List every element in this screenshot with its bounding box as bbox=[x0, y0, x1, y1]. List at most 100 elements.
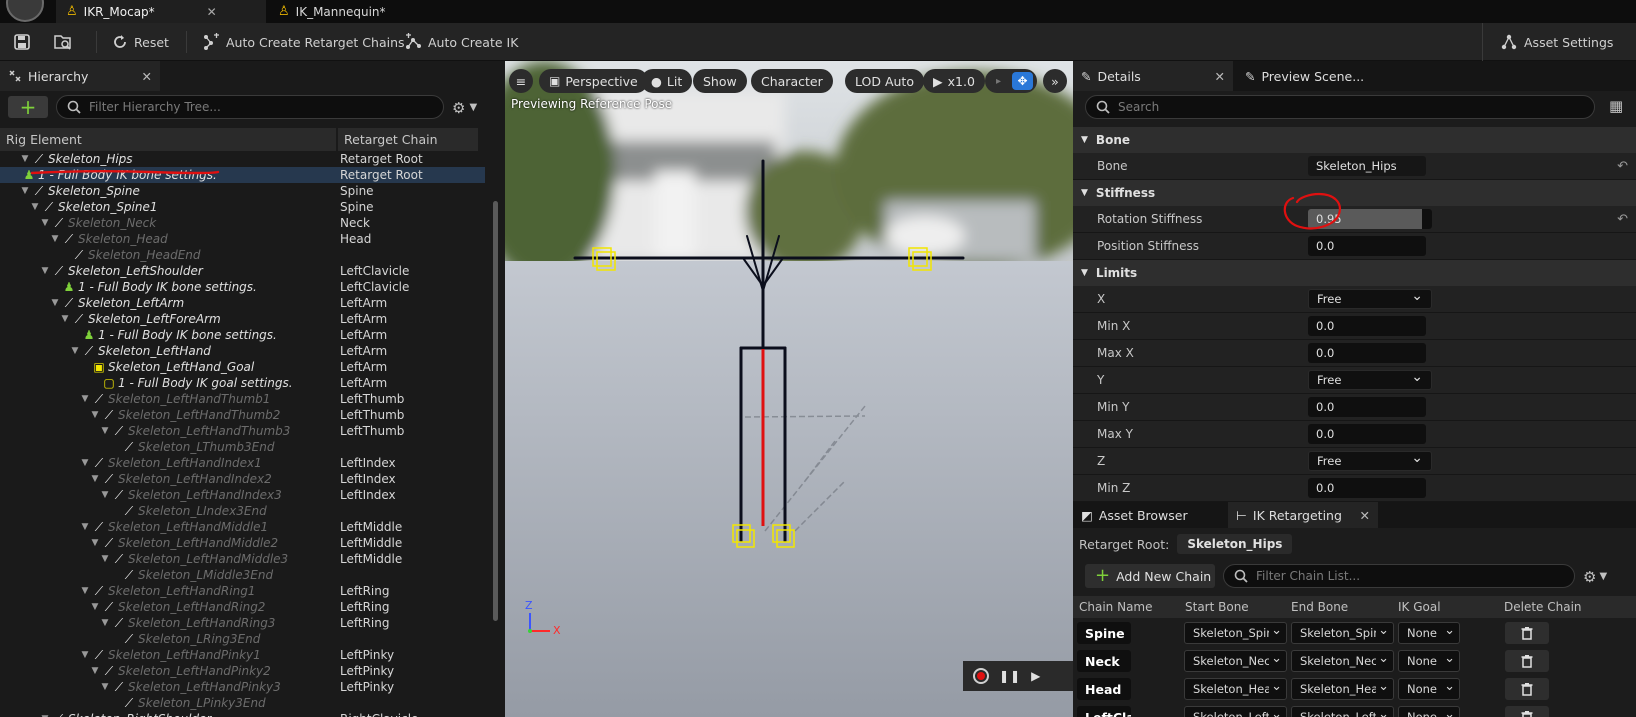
tree-row[interactable]: ▼ ⟋ Skeleton_LeftShoulder LeftClavicle bbox=[0, 263, 485, 279]
column-header-delete-chain[interactable]: Delete Chain bbox=[1504, 600, 1582, 614]
chain-name-field[interactable]: Neck bbox=[1077, 650, 1131, 672]
limit-mode-dropdown[interactable]: Free ⌄ bbox=[1308, 288, 1432, 309]
add-new-chain-button[interactable]: + Add New Chain bbox=[1085, 564, 1215, 588]
tree-row[interactable]: ▼ ⟋ Skeleton_LeftHandThumb3 LeftThumb bbox=[0, 423, 485, 439]
chain-filter-input[interactable]: Filter Chain List... bbox=[1223, 564, 1575, 588]
select-mode-icon[interactable]: ▸ bbox=[989, 76, 1008, 87]
lit-button[interactable]: ● Lit bbox=[641, 69, 693, 93]
column-header-rig-element[interactable]: Rig Element bbox=[0, 128, 336, 151]
expand-arrow-icon[interactable]: ▼ bbox=[90, 410, 100, 420]
expand-arrow-icon[interactable]: ▼ bbox=[100, 490, 110, 500]
close-icon[interactable]: ✕ bbox=[207, 5, 217, 19]
expand-arrow-icon[interactable]: ▼ bbox=[20, 186, 30, 196]
ik-goal-dropdown[interactable]: None ⌄ bbox=[1398, 650, 1460, 672]
section-limits[interactable]: ▼ Limits bbox=[1073, 260, 1636, 286]
tab-preview-scene[interactable]: ✎ Preview Scene... bbox=[1237, 61, 1397, 91]
tree-row[interactable]: ▣ Skeleton_LeftHand_Goal LeftArm bbox=[0, 359, 485, 375]
end-bone-dropdown[interactable]: Skeleton_LeftShoulder⌄ bbox=[1291, 706, 1394, 717]
limit-value-input[interactable]: 0.0 bbox=[1308, 397, 1426, 417]
column-header-ik-goal[interactable]: IK Goal bbox=[1398, 600, 1441, 614]
position-stiffness-input[interactable]: 0.0 bbox=[1308, 236, 1426, 256]
reset-arrow-icon[interactable]: ↶ bbox=[1617, 159, 1628, 174]
expand-arrow-icon[interactable]: ▼ bbox=[20, 154, 30, 164]
delete-chain-button[interactable] bbox=[1505, 622, 1549, 644]
hierarchy-scrollbar[interactable] bbox=[491, 151, 499, 711]
lod-button[interactable]: LOD Auto bbox=[845, 69, 924, 93]
tree-row[interactable]: ▼ ⟋ Skeleton_LeftHandThumb1 LeftThumb bbox=[0, 391, 485, 407]
record-icon[interactable] bbox=[973, 668, 989, 684]
ik-goal-dropdown[interactable]: None ⌄ bbox=[1398, 706, 1460, 717]
details-search-input[interactable]: Search bbox=[1085, 95, 1595, 119]
tab-asset-browser[interactable]: ◩ Asset Browser bbox=[1073, 502, 1223, 528]
tree-row[interactable]: ▼ ⟋ Skeleton_LeftHandPinky1 LeftPinky bbox=[0, 647, 485, 663]
tree-row[interactable]: ▼ ⟋ Skeleton_LeftHandIndex1 LeftIndex bbox=[0, 455, 485, 471]
delete-chain-button[interactable] bbox=[1505, 650, 1549, 672]
limit-mode-dropdown[interactable]: Free ⌄ bbox=[1308, 450, 1432, 471]
ik-goal-dropdown[interactable]: None ⌄ bbox=[1398, 622, 1460, 644]
save-button[interactable] bbox=[8, 29, 36, 55]
character-button[interactable]: Character bbox=[751, 69, 833, 93]
start-bone-dropdown[interactable]: Skeleton_Spine⌄ bbox=[1184, 622, 1287, 644]
unreal-logo-icon[interactable] bbox=[6, 0, 44, 22]
expand-arrow-icon[interactable]: ▼ bbox=[80, 522, 90, 532]
expand-arrow-icon[interactable]: ▼ bbox=[80, 394, 90, 404]
tree-row[interactable]: ▼ ⟋ Skeleton_LeftHandRing3 LeftRing bbox=[0, 615, 485, 631]
play-icon[interactable]: ▶ bbox=[1031, 669, 1040, 683]
pause-icon[interactable]: ❚❚ bbox=[999, 669, 1021, 683]
tree-row[interactable]: ▼ ⟋ Skeleton_LeftForeArm LeftArm bbox=[0, 311, 485, 327]
tree-row[interactable]: ▼⟋Skeleton_RightShoulder RightClavicle bbox=[0, 711, 485, 717]
section-stiffness[interactable]: ▼ Stiffness bbox=[1073, 180, 1636, 206]
tree-row[interactable]: ▼ ⟋ Skeleton_LeftHandThumb2 LeftThumb bbox=[0, 407, 485, 423]
tree-row[interactable]: ♟ 1 - Full Body IK bone settings. LeftClav… bbox=[0, 279, 485, 295]
transform-mode-toggle[interactable]: ▸ ✥ bbox=[985, 69, 1037, 93]
tree-row[interactable]: ▢ 1 - Full Body IK goal settings. LeftArm bbox=[0, 375, 485, 391]
expand-arrow-icon[interactable]: ▼ bbox=[60, 314, 70, 324]
tree-row[interactable]: ⟋ Skeleton_LIndex3End bbox=[0, 503, 485, 519]
tree-row[interactable]: ▼ ⟋ Skeleton_LeftHand LeftArm bbox=[0, 343, 485, 359]
tree-row[interactable]: ▼ ⟋ Skeleton_LeftHandRing1 LeftRing bbox=[0, 583, 485, 599]
tab-hierarchy[interactable]: Hierarchy ✕ bbox=[0, 61, 160, 91]
end-bone-dropdown[interactable]: Skeleton_Neck ⌄ bbox=[1291, 650, 1394, 672]
column-header-end-bone[interactable]: End Bone bbox=[1291, 600, 1348, 614]
tree-row[interactable]: ▼ ⟋ Skeleton_Spine1 Spine bbox=[0, 199, 485, 215]
browse-asset-button[interactable] bbox=[48, 29, 78, 55]
tab-ikr-mocap[interactable]: ♙ IKR_Mocap* ✕ bbox=[56, 0, 266, 23]
expand-arrow-icon[interactable]: ▼ bbox=[80, 586, 90, 596]
ik-goal-dropdown[interactable]: None ⌄ bbox=[1398, 678, 1460, 700]
tree-row[interactable]: ▼ ⟋ Skeleton_LeftArm LeftArm bbox=[0, 295, 485, 311]
tab-ik-mannequin[interactable]: ♙ IK_Mannequin* bbox=[268, 0, 468, 23]
limit-value-input[interactable]: 0.0 bbox=[1308, 316, 1426, 336]
column-header-start-bone[interactable]: Start Bone bbox=[1185, 600, 1249, 614]
expand-arrow-icon[interactable]: ▼ bbox=[70, 346, 80, 356]
reset-button[interactable]: Reset bbox=[106, 29, 175, 55]
expand-arrow-icon[interactable]: ▼ bbox=[50, 298, 60, 308]
expand-arrow-icon[interactable]: ▼ bbox=[40, 266, 50, 276]
tree-row[interactable]: ▼ ⟋ Skeleton_LeftHandPinky3 LeftPinky bbox=[0, 679, 485, 695]
chain-name-field[interactable]: LeftClavicle bbox=[1077, 706, 1131, 717]
auto-create-ik-button[interactable]: Auto Create IK bbox=[398, 29, 524, 55]
tree-row[interactable]: ⟋ Skeleton_LRing3End bbox=[0, 631, 485, 647]
start-bone-dropdown[interactable]: Skeleton_Head⌄ bbox=[1184, 678, 1287, 700]
hierarchy-settings-button[interactable]: ⚙ ▼ bbox=[452, 99, 477, 117]
chain-name-field[interactable]: Head bbox=[1077, 678, 1131, 700]
auto-create-retarget-chains-button[interactable]: Auto Create Retarget Chains bbox=[196, 29, 411, 55]
chain-name-field[interactable]: Spine bbox=[1077, 622, 1131, 644]
tree-row[interactable]: ▼ ⟋ Skeleton_LeftHandMiddle2 LeftMiddle bbox=[0, 535, 485, 551]
section-bone[interactable]: ▼ Bone bbox=[1073, 127, 1636, 153]
close-icon[interactable]: ✕ bbox=[1215, 69, 1225, 84]
delete-chain-button[interactable] bbox=[1505, 678, 1549, 700]
limit-value-input[interactable]: 0.0 bbox=[1308, 478, 1426, 498]
end-bone-dropdown[interactable]: Skeleton_Head⌄ bbox=[1291, 678, 1394, 700]
expand-arrow-icon[interactable]: ▼ bbox=[90, 474, 100, 484]
expand-arrow-icon[interactable]: ▼ bbox=[100, 618, 110, 628]
viewport[interactable]: Z X ≡ ▣ Perspective ● Lit Show Character… bbox=[505, 61, 1073, 717]
expand-arrow-icon[interactable]: ▼ bbox=[80, 458, 90, 468]
expand-arrow-icon[interactable]: ▼ bbox=[90, 538, 100, 548]
expand-arrow-icon[interactable]: ▼ bbox=[50, 234, 60, 244]
limit-mode-dropdown[interactable]: Free ⌄ bbox=[1308, 369, 1432, 390]
close-icon[interactable]: ✕ bbox=[1360, 508, 1370, 523]
limit-value-input[interactable]: 0.0 bbox=[1308, 424, 1426, 444]
expand-arrow-icon[interactable]: ▼ bbox=[100, 426, 110, 436]
tree-row[interactable]: ▼ ⟋ Skeleton_Spine Spine bbox=[0, 183, 485, 199]
end-bone-dropdown[interactable]: Skeleton_Spine1⌄ bbox=[1291, 622, 1394, 644]
